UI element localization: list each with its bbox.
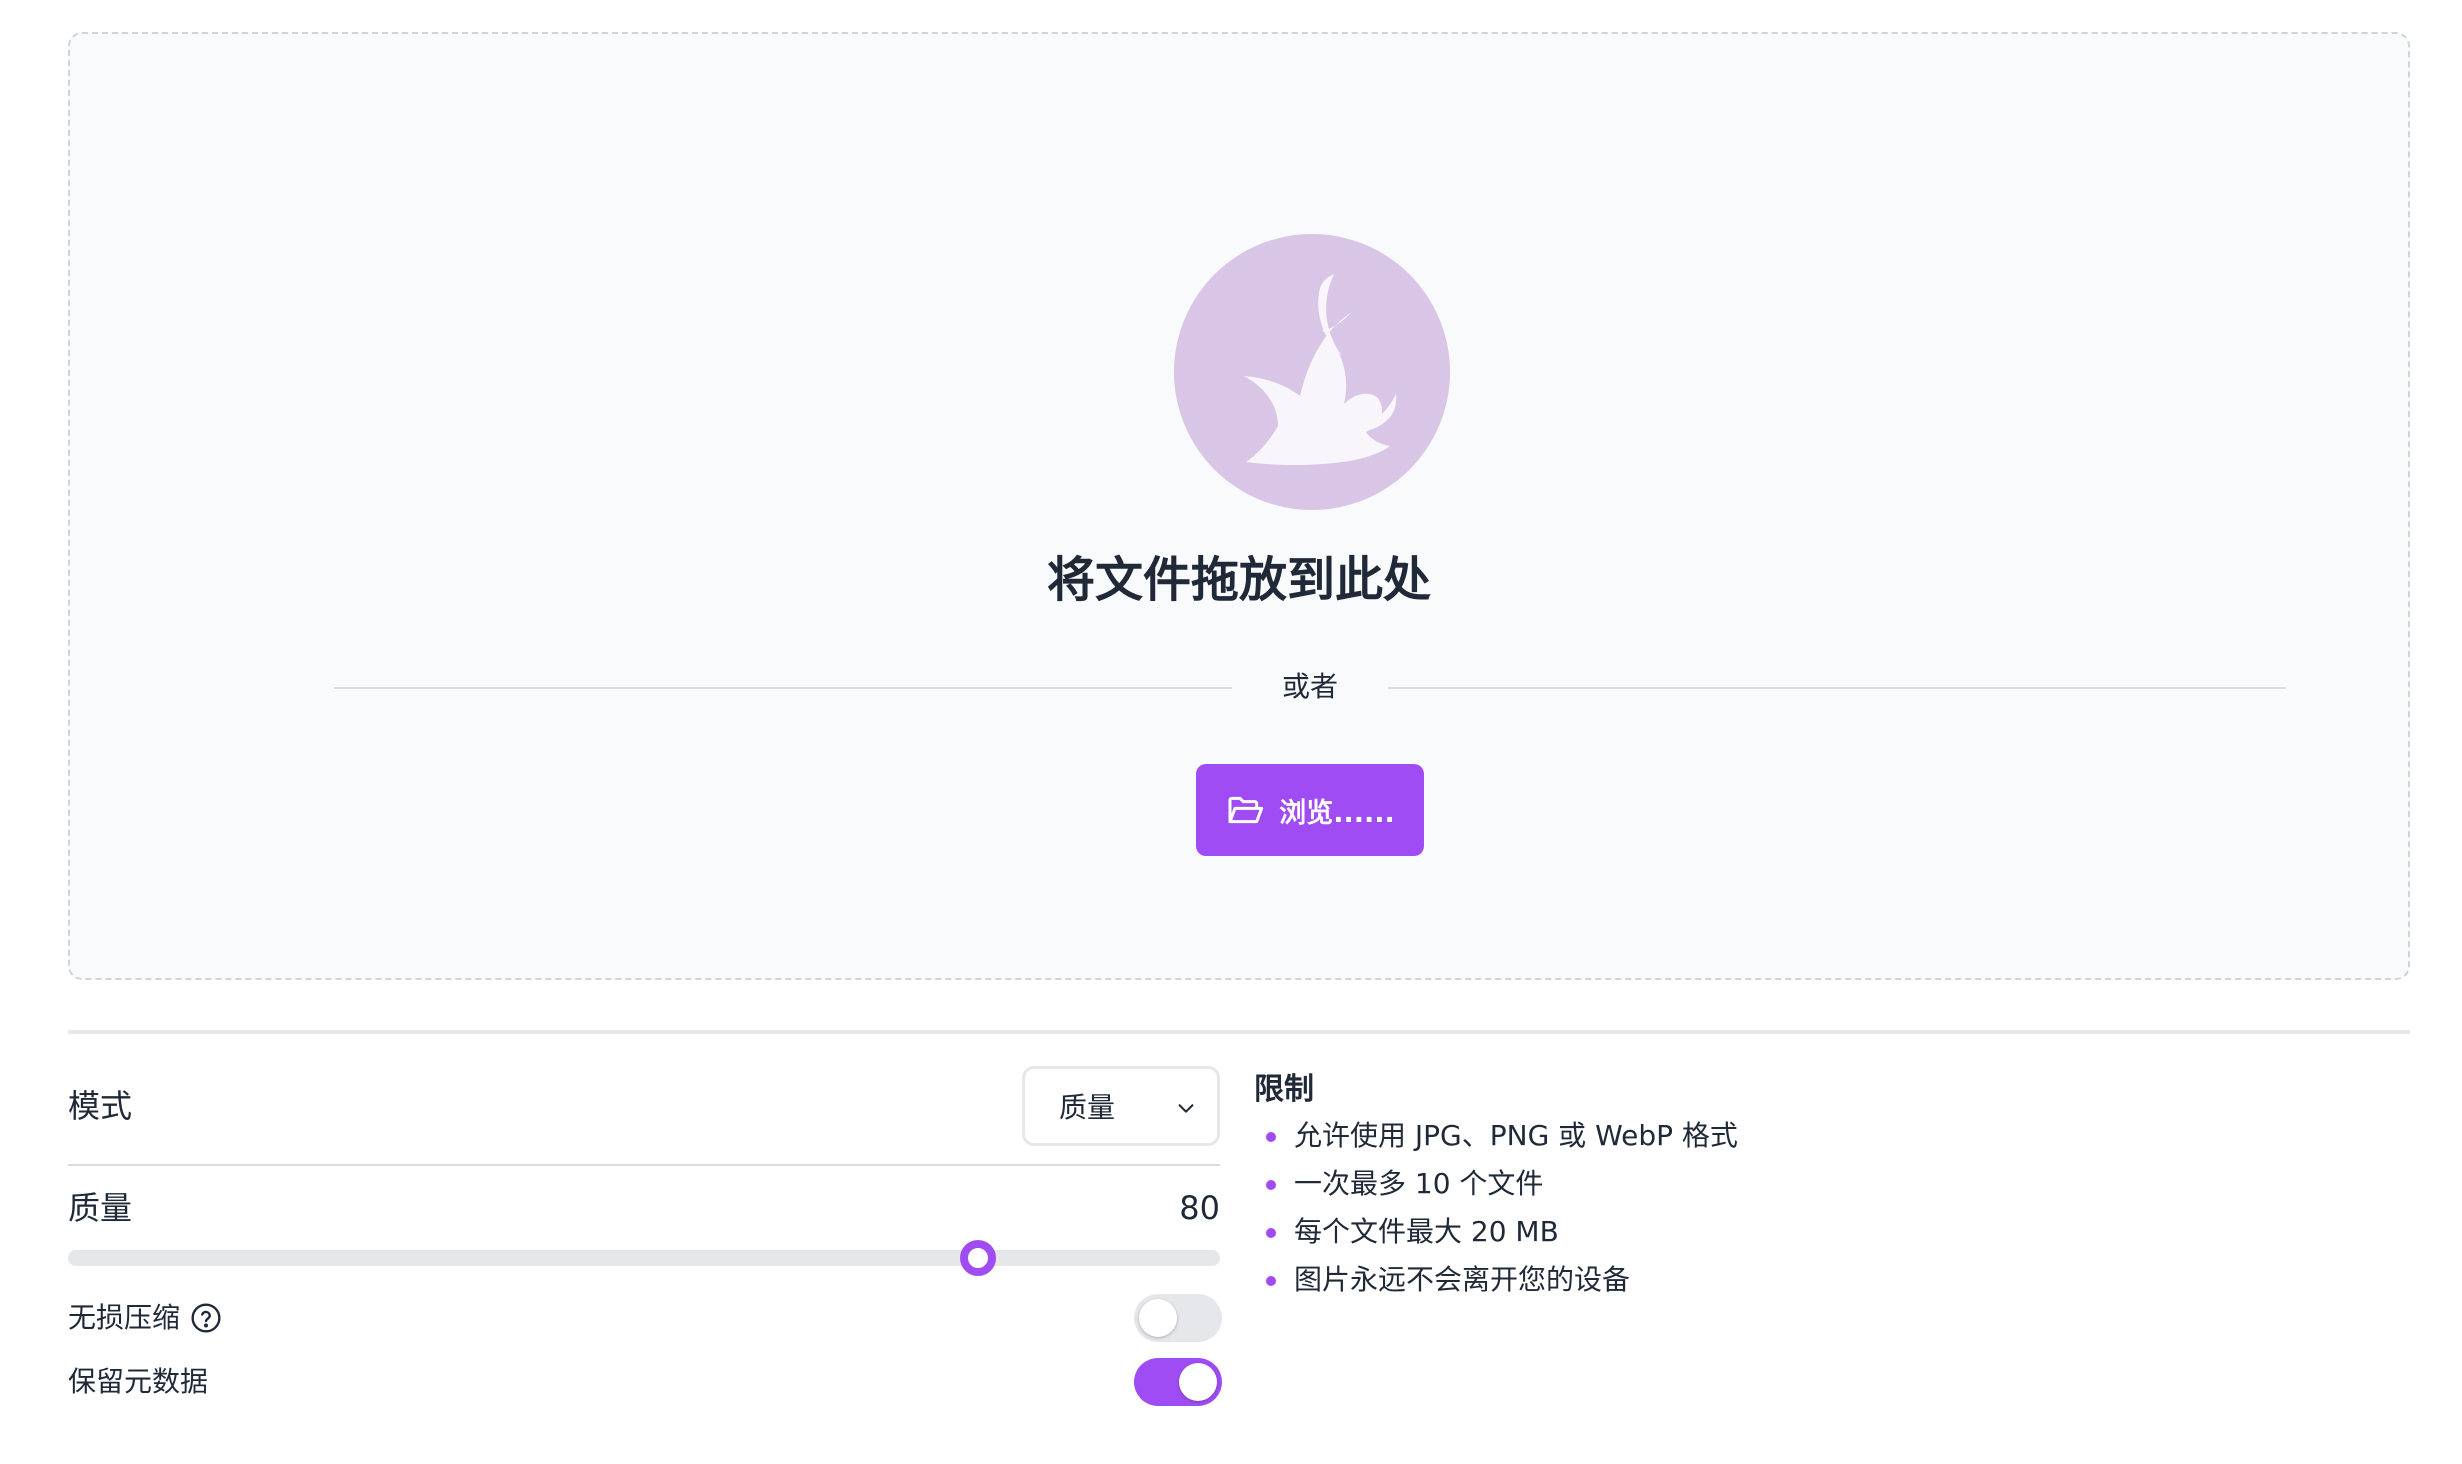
divider-line-right [1388, 687, 2286, 689]
quality-label: 质量 [68, 1189, 133, 1227]
mode-select[interactable]: 质量 [1022, 1066, 1220, 1146]
metadata-toggle[interactable] [1134, 1358, 1222, 1406]
quality-slider-thumb[interactable] [960, 1240, 997, 1276]
quality-value: 80 [1179, 1189, 1220, 1227]
folder-open-icon [1228, 796, 1264, 824]
limits-title: 限制 [1254, 1072, 1314, 1107]
page: 将文件拖放到此处 或者 浏览...... 模式 质量 质量 80 无损压缩 保留… [0, 0, 2462, 1464]
toggle-knob [1179, 1363, 1217, 1401]
divider-line-left [334, 687, 1232, 689]
drop-title: 将文件拖放到此处 [1046, 552, 1431, 608]
lossless-toggle[interactable] [1134, 1294, 1222, 1342]
bullet-icon [1266, 1228, 1276, 1238]
mode-label: 模式 [68, 1087, 133, 1125]
lossless-row: 无损压缩 [68, 1298, 222, 1338]
mode-select-value: 质量 [1059, 1091, 1116, 1124]
lossless-label: 无损压缩 [68, 1301, 181, 1334]
file-drop-zone[interactable]: 将文件拖放到此处 或者 浏览...... [68, 32, 2410, 980]
bullet-icon [1266, 1180, 1276, 1190]
browse-button[interactable]: 浏览...... [1196, 764, 1424, 856]
limits-item: 图片永远不会离开您的设备 [1262, 1256, 1738, 1304]
toggle-knob [1139, 1299, 1177, 1337]
limits-item: 每个文件最大 20 MB [1262, 1208, 1738, 1256]
browse-button-label: 浏览...... [1279, 797, 1395, 829]
limits-list: 允许使用 JPG、PNG 或 WebP 格式 一次最多 10 个文件 每个文件最… [1262, 1112, 1738, 1304]
help-icon[interactable] [190, 1302, 222, 1334]
bullet-icon [1266, 1276, 1276, 1286]
chevron-down-icon [1178, 1104, 1194, 1113]
bullet-icon [1266, 1132, 1276, 1142]
or-text: 或者 [1281, 670, 1338, 703]
section-divider [68, 1030, 2410, 1034]
limits-item: 允许使用 JPG、PNG 或 WebP 格式 [1262, 1112, 1738, 1160]
limits-item: 一次最多 10 个文件 [1262, 1160, 1738, 1208]
or-divider: 或者 [334, 662, 2286, 712]
quality-slider[interactable] [68, 1250, 1220, 1266]
row-divider [68, 1164, 1220, 1166]
phoenix-logo-icon [1174, 234, 1450, 510]
metadata-label: 保留元数据 [68, 1365, 209, 1398]
